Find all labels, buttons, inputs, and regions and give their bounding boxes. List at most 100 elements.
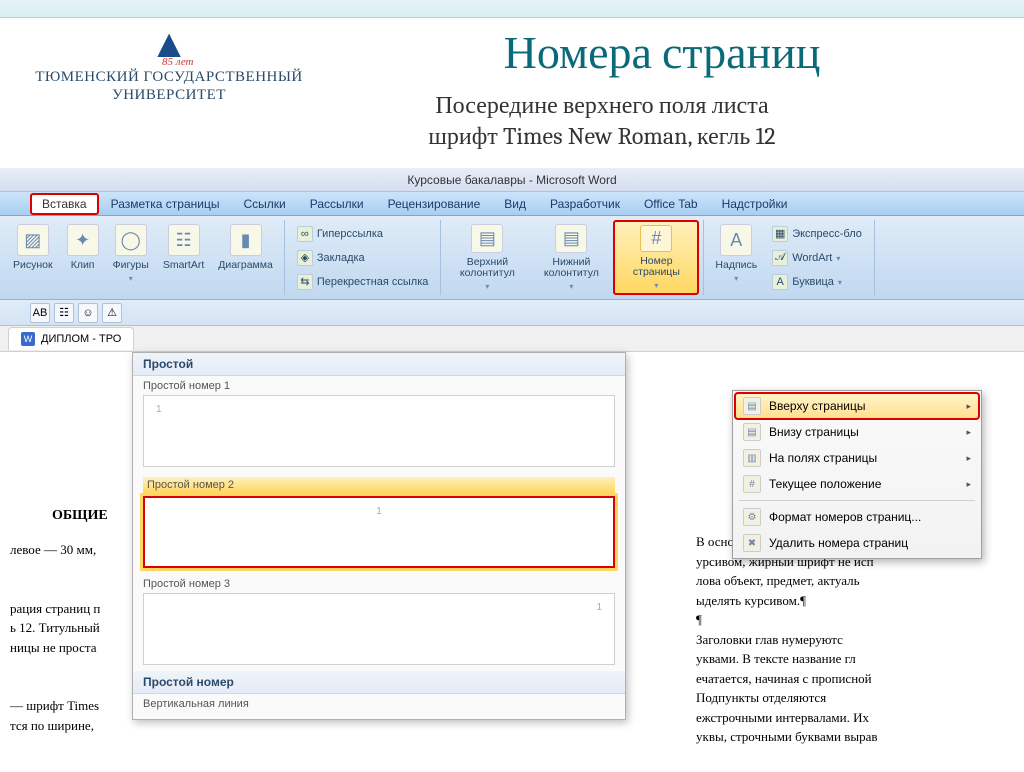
clip-button[interactable]: ✦ Клип [60, 220, 106, 295]
anniversary-badge: 85 лет [162, 56, 194, 68]
gallery-item-num1-label: Простой номер 1 [143, 380, 615, 392]
gallery-header-simple-num: Простой номер [133, 671, 625, 694]
footer-button[interactable]: ▤ Нижний колонтитул ▾ [529, 220, 613, 295]
tab-insert[interactable]: Вставка [30, 193, 99, 215]
document-tabs: W ДИПЛОМ - ТРО [0, 326, 1024, 352]
window-title-bar: Курсовые бакалавры - Microsoft Word [0, 168, 1024, 192]
chart-button[interactable]: ▮ Диаграмма [211, 220, 280, 295]
menu-top-of-page-label: Вверху страницы [769, 399, 865, 413]
footer-label: Нижний колонтитул [536, 257, 606, 280]
toolbar-tree-icon[interactable]: ☷ [54, 303, 74, 323]
document-tab[interactable]: W ДИПЛОМ - ТРО [8, 327, 134, 350]
chevron-down-icon: ▾ [836, 254, 840, 263]
picture-label: Рисунок [13, 260, 53, 272]
chevron-down-icon: ▾ [485, 282, 489, 291]
toolbar-warn-icon[interactable]: ⚠ [102, 303, 122, 323]
menu-format-page-numbers[interactable]: ⚙ Формат номеров страниц... [735, 504, 979, 530]
gallery-header-simple: Простой [133, 353, 625, 376]
gallery-item-vline-label: Вертикальная линия [143, 698, 615, 710]
picture-button[interactable]: ▨ Рисунок [6, 220, 60, 295]
chart-label: Диаграмма [218, 260, 273, 272]
menu-format-label: Формат номеров страниц... [769, 510, 921, 524]
chevron-right-icon: ▸ [966, 479, 971, 490]
chevron-down-icon: ▾ [129, 274, 133, 283]
wordart-button[interactable]: 𝒜 WordArt ▾ [768, 247, 866, 269]
menu-top-of-page[interactable]: ▤ Вверху страницы ▸ [735, 393, 979, 419]
tab-developer[interactable]: Разработчик [538, 193, 632, 215]
slide-title: Номера страниц [320, 26, 1004, 80]
gallery-item-num3[interactable]: Простой номер 3 1 [133, 574, 625, 671]
chevron-right-icon: ▸ [966, 453, 971, 464]
page-top-icon: ▤ [743, 397, 761, 415]
header-button[interactable]: ▤ Верхний колонтитул ▾ [445, 220, 529, 295]
textbox-button[interactable]: A Надпись ▾ [708, 220, 764, 295]
subtitle-line-1: Посередине верхнего поля листа [435, 91, 768, 119]
gallery-item-num1[interactable]: Простой номер 1 1 [133, 376, 625, 473]
gallery-item-num3-preview: 1 [143, 593, 615, 665]
toolbar-underline-icon[interactable]: AB [30, 303, 50, 323]
page-number-icon: # [640, 225, 672, 252]
gallery-item-vline[interactable]: Вертикальная линия [133, 694, 625, 719]
dropcap-button[interactable]: A Буквица ▾ [768, 271, 866, 293]
header-label: Верхний колонтитул [452, 257, 522, 280]
document-text-right: В основном тексте допусурсивом, жирный ш… [696, 532, 1016, 747]
dropcap-label: Буквица [792, 276, 834, 288]
toolbar-smiley-icon[interactable]: ☺ [78, 303, 98, 323]
page-bottom-icon: ▤ [743, 423, 761, 441]
wordart-icon: 𝒜 [772, 250, 788, 266]
menu-page-margins[interactable]: ▥ На полях страницы ▸ [735, 445, 979, 471]
hyperlink-button[interactable]: ∞ Гиперссылка [293, 223, 433, 245]
document-text-left: левое — 30 мм,рация страниц пь 12. Титул… [10, 540, 140, 735]
smartart-icon: ☷ [168, 224, 200, 256]
shapes-icon: ◯ [115, 224, 147, 256]
menu-remove-page-numbers[interactable]: ✖ Удалить номера страниц [735, 530, 979, 556]
tab-addins[interactable]: Надстройки [710, 193, 800, 215]
page-number-mark-icon: 1 [376, 506, 382, 517]
clip-icon: ✦ [67, 224, 99, 256]
express-button[interactable]: ▦ Экспресс-бло [768, 223, 866, 245]
page-number-mark-icon: 1 [596, 602, 602, 613]
uni-name-1: ТЮМЕНСКИЙ ГОСУДАРСТВЕННЫЙ [35, 69, 303, 85]
bookmark-button[interactable]: ◈ Закладка [293, 247, 433, 269]
crossref-icon: ⇆ [297, 274, 313, 290]
picture-icon: ▨ [17, 224, 49, 256]
subtitle-line-2: шрифт Times New Roman, кегль 12 [428, 122, 775, 150]
chevron-down-icon: ▾ [569, 282, 573, 291]
tab-officetab[interactable]: Office Tab [632, 193, 710, 215]
tab-review[interactable]: Рецензирование [376, 193, 493, 215]
page-number-gallery: Простой Простой номер 1 1 Простой номер … [132, 352, 626, 720]
express-icon: ▦ [772, 226, 788, 242]
document-heading: ОБЩИЕ [52, 508, 108, 524]
menu-bottom-of-page-label: Внизу страницы [769, 425, 859, 439]
smartart-button[interactable]: ☷ SmartArt [156, 220, 211, 295]
slide-subtitle: Посередине верхнего поля листа шрифт Tim… [200, 90, 1004, 152]
chevron-down-icon: ▾ [654, 281, 658, 290]
bookmark-label: Закладка [317, 252, 365, 264]
shapes-button[interactable]: ◯ Фигуры ▾ [106, 220, 156, 295]
sub-toolbar: AB ☷ ☺ ⚠ [0, 300, 1024, 326]
word-doc-icon: W [21, 332, 35, 346]
header-icon: ▤ [471, 224, 503, 253]
tab-references[interactable]: Ссылки [231, 193, 297, 215]
tab-layout[interactable]: Разметка страницы [99, 193, 232, 215]
gallery-item-num2-label: Простой номер 2 [143, 477, 615, 493]
tab-view[interactable]: Вид [492, 193, 538, 215]
page-number-mark-icon: 1 [156, 404, 162, 415]
remove-icon: ✖ [743, 534, 761, 552]
menu-remove-label: Удалить номера страниц [769, 536, 908, 550]
dropcap-icon: A [772, 274, 788, 290]
menu-current-position[interactable]: # Текущее положение ▸ [735, 471, 979, 497]
gallery-item-num3-label: Простой номер 3 [143, 578, 615, 590]
crossref-button[interactable]: ⇆ Перекрестная ссылка [293, 271, 433, 293]
page-number-button[interactable]: # Номер страницы ▾ [613, 220, 699, 295]
menu-separator [739, 500, 975, 501]
menu-page-margins-label: На полях страницы [769, 451, 877, 465]
menu-current-position-label: Текущее положение [769, 477, 881, 491]
document-tab-label: ДИПЛОМ - ТРО [41, 333, 121, 345]
tab-mailings[interactable]: Рассылки [298, 193, 376, 215]
smartart-label: SmartArt [163, 260, 204, 272]
chevron-right-icon: ▸ [966, 401, 971, 412]
chevron-right-icon: ▸ [966, 427, 971, 438]
gallery-item-num2[interactable]: Простой номер 2 1 [133, 473, 625, 574]
menu-bottom-of-page[interactable]: ▤ Внизу страницы ▸ [735, 419, 979, 445]
